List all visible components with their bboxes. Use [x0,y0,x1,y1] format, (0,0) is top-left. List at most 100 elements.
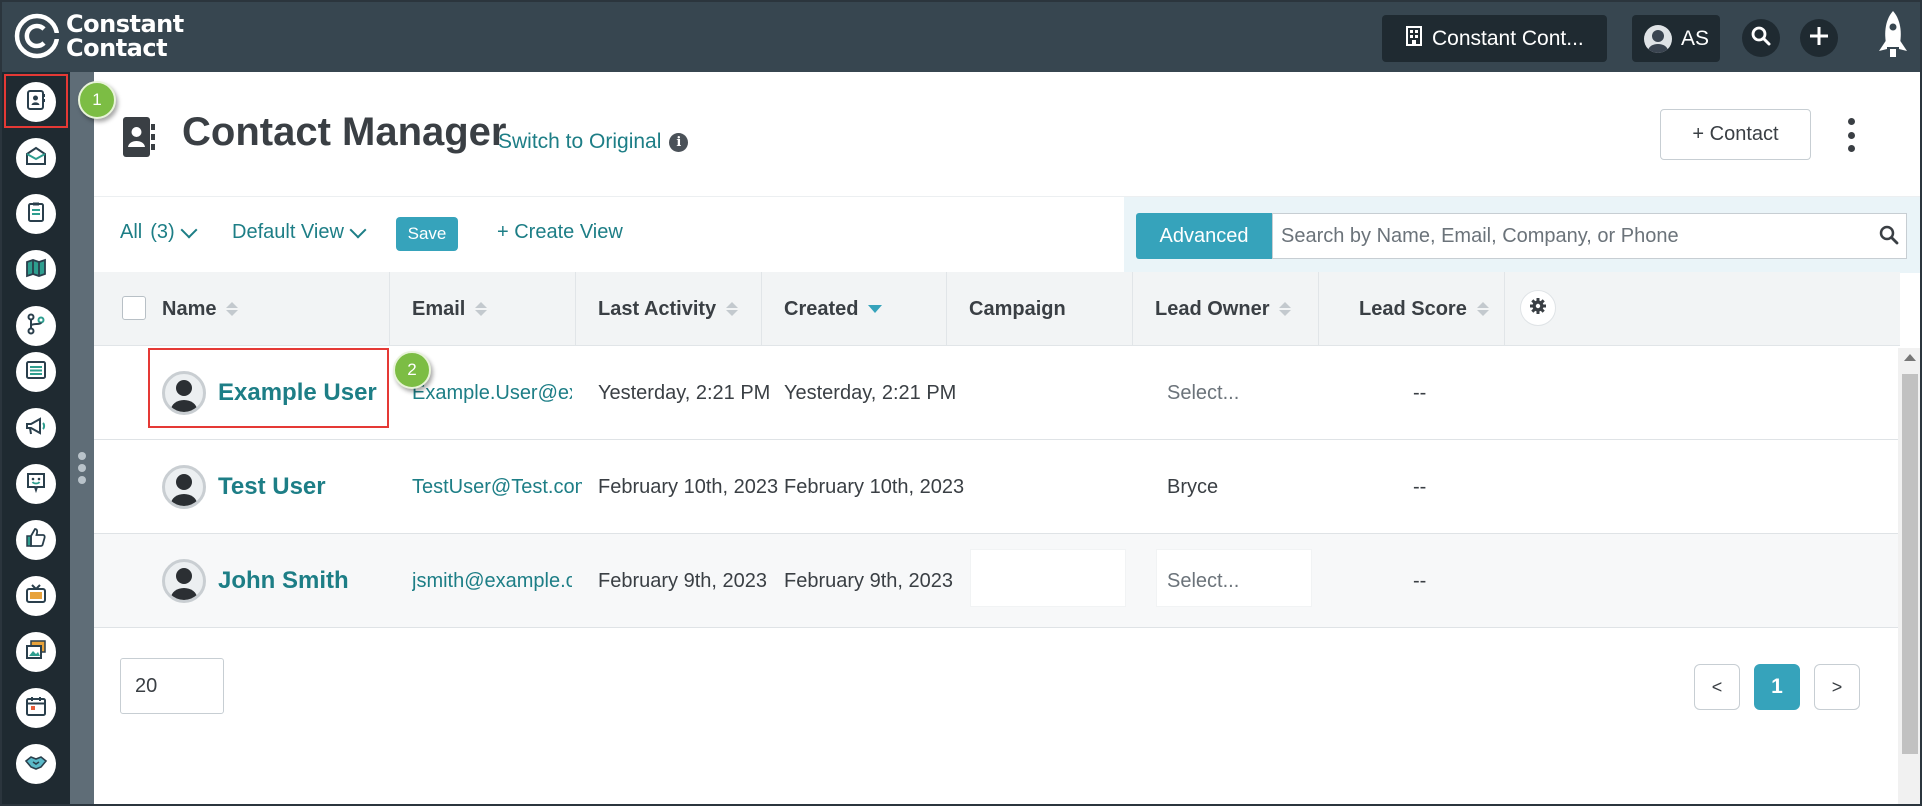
contact-last-activity: February 9th, 2023 [598,569,767,592]
view-label: Default View [232,221,344,243]
contact-created: February 10th, 2023 [784,475,965,498]
contact-last-activity: Yesterday, 2:21 PM [598,381,771,404]
col-lead-owner-label: Lead Owner [1155,297,1270,320]
current-page-button[interactable]: 1 [1754,664,1800,710]
table-row[interactable]: Test User TestUser@Test.com February 10t… [94,440,1900,534]
add-contact-button[interactable]: + Contact [1660,109,1811,160]
column-settings-button[interactable] [1520,290,1556,326]
nav-email[interactable] [16,138,56,178]
plus-icon [1808,25,1830,52]
vertical-scrollbar[interactable] [1898,348,1920,804]
nav-surveys[interactable] [16,464,56,504]
per-page-select[interactable]: 20 [120,658,224,714]
launch-button[interactable] [1864,2,1920,72]
nav-automation[interactable] [16,306,56,346]
page-header: Contact Manager Switch to Original i + C… [94,72,1920,196]
contact-created: Yesterday, 2:21 PM [784,381,957,404]
nav-images[interactable] [16,632,56,672]
megaphone-icon [24,414,48,443]
col-email[interactable]: Email [390,272,576,346]
sort-descending-icon [868,305,883,313]
create-view-link[interactable]: + Create View [497,221,623,244]
table-header: Name Email Last Activity Created Campaig… [94,272,1900,346]
switch-to-original-link[interactable]: Switch to Original i [498,130,689,154]
contacts-table: Name Email Last Activity Created Campaig… [94,272,1900,628]
scrollbar-thumb[interactable] [1902,374,1918,754]
list-icon [24,358,48,387]
table-row[interactable]: John Smith jsmith@example.c... February … [94,534,1900,628]
create-new-button[interactable] [1800,19,1838,57]
contact-avatar-icon [162,465,206,509]
nav-social[interactable] [16,520,56,560]
rocket-icon [1876,9,1910,66]
nav-ads[interactable] [16,576,56,616]
account-name: Constant Cont... [1432,26,1584,50]
col-name[interactable]: Name [94,272,390,346]
sort-icon [226,302,239,316]
brand-line-1: Constant [66,10,184,38]
brand-line-2: Contact [66,34,168,62]
prev-page-button[interactable]: < [1694,664,1740,710]
save-view-button[interactable]: Save [396,217,458,251]
contact-email[interactable]: TestUser@Test.com [412,440,582,534]
nav-partners[interactable] [16,744,56,784]
col-created[interactable]: Created [762,272,947,346]
filter-label: All [120,221,143,243]
building-icon [1406,25,1422,52]
col-lead-score-label: Lead Score [1359,297,1467,320]
contact-name: Test User [218,473,326,500]
view-dropdown[interactable]: Default View [232,221,367,244]
nav-events[interactable] [16,688,56,728]
clipboard-icon [24,200,48,229]
nav-forms[interactable] [16,194,56,234]
account-switcher-button[interactable]: Constant Cont... [1382,15,1607,62]
contact-email[interactable]: Example.User@exa... [412,346,572,440]
next-page-button[interactable]: > [1814,664,1860,710]
more-options-icon[interactable] [1846,118,1856,152]
contact-avatar-icon [162,559,206,603]
campaign-select[interactable] [970,549,1126,607]
nav-lists[interactable] [16,352,56,392]
step-callout-1: 1 [78,81,116,119]
contact-name-link[interactable]: Test User [162,440,326,534]
calendar-icon [24,694,48,723]
col-lead-owner[interactable]: Lead Owner [1133,272,1319,346]
nav-campaigns[interactable] [16,408,56,448]
col-last-activity[interactable]: Last Activity [576,272,762,346]
gear-icon [1529,297,1547,320]
scroll-up-icon[interactable] [1904,354,1916,361]
user-menu-button[interactable]: AS [1632,15,1720,62]
search-icon [1751,26,1771,51]
lead-owner-select[interactable]: Select... [1167,534,1239,628]
chevron-down-icon [349,221,367,238]
left-nav-rail [2,72,70,804]
filter-dropdown[interactable]: All (3) [120,221,198,244]
search-button[interactable] [1742,19,1780,57]
rail-resize-handle[interactable] [70,72,94,804]
handshake-icon [24,750,48,779]
contact-name: John Smith [218,567,349,594]
search-input[interactable] [1272,213,1907,259]
lead-owner-select[interactable]: Select... [1167,346,1239,440]
top-bar: Constant Contact Constant Cont... AS [2,2,1920,72]
contact-email[interactable]: jsmith@example.c... [412,534,572,628]
col-lead-score[interactable]: Lead Score [1319,272,1505,346]
advanced-search-button[interactable]: Advanced [1136,213,1272,259]
email-icon [24,144,48,173]
tv-icon [24,582,48,611]
info-icon[interactable]: i [669,132,689,152]
constant-contact-logo-icon [14,13,60,59]
user-initials: AS [1681,26,1710,50]
branch-icon [24,312,48,341]
brand-logo[interactable]: Constant Contact [14,12,184,60]
contact-name-link[interactable]: John Smith [162,534,349,628]
lead-owner-select[interactable]: Bryce [1167,440,1218,534]
search-icon[interactable] [1879,225,1899,250]
col-name-label: Name [162,297,217,320]
switch-to-original-label: Switch to Original [498,130,662,153]
filter-count: (3) [150,221,175,243]
sort-icon [1279,302,1292,316]
nav-landing-pages[interactable] [16,250,56,290]
example-user-highlight [148,348,389,428]
contact-book-icon [122,116,156,158]
